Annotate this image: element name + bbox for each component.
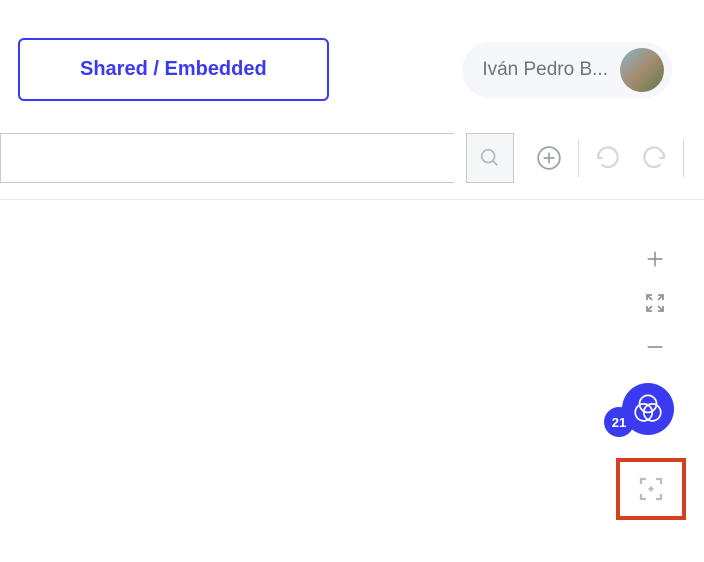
zoom-controls: [640, 244, 670, 362]
search-button[interactable]: [466, 133, 514, 183]
fullscreen-button[interactable]: [640, 288, 670, 318]
user-chip[interactable]: Iván Pedro B...: [462, 42, 672, 98]
venn-icon: [631, 392, 665, 426]
plus-circle-icon: [536, 145, 562, 171]
shared-embedded-button[interactable]: Shared / Embedded: [18, 38, 329, 101]
toolbar: [0, 125, 704, 200]
zoom-in-button[interactable]: [640, 244, 670, 274]
count-badge: 21: [604, 407, 634, 437]
user-name-label: Iván Pedro B...: [482, 59, 608, 81]
focus-icon: [636, 474, 666, 504]
minus-icon: [644, 336, 666, 358]
add-button[interactable]: [532, 141, 566, 175]
redo-icon: [641, 145, 667, 171]
expand-icon: [643, 291, 667, 315]
venn-filter-button[interactable]: 21: [622, 383, 674, 435]
zoom-out-button[interactable]: [640, 332, 670, 362]
undo-button[interactable]: [591, 141, 625, 175]
focus-button[interactable]: [616, 458, 686, 520]
avatar: [620, 48, 664, 92]
search-input[interactable]: [0, 133, 454, 183]
redo-button[interactable]: [637, 141, 671, 175]
divider: [683, 139, 684, 177]
plus-icon: [644, 248, 666, 270]
divider: [578, 139, 579, 177]
header: Shared / Embedded Iván Pedro B...: [0, 0, 704, 125]
search-icon: [479, 147, 501, 169]
undo-icon: [595, 145, 621, 171]
